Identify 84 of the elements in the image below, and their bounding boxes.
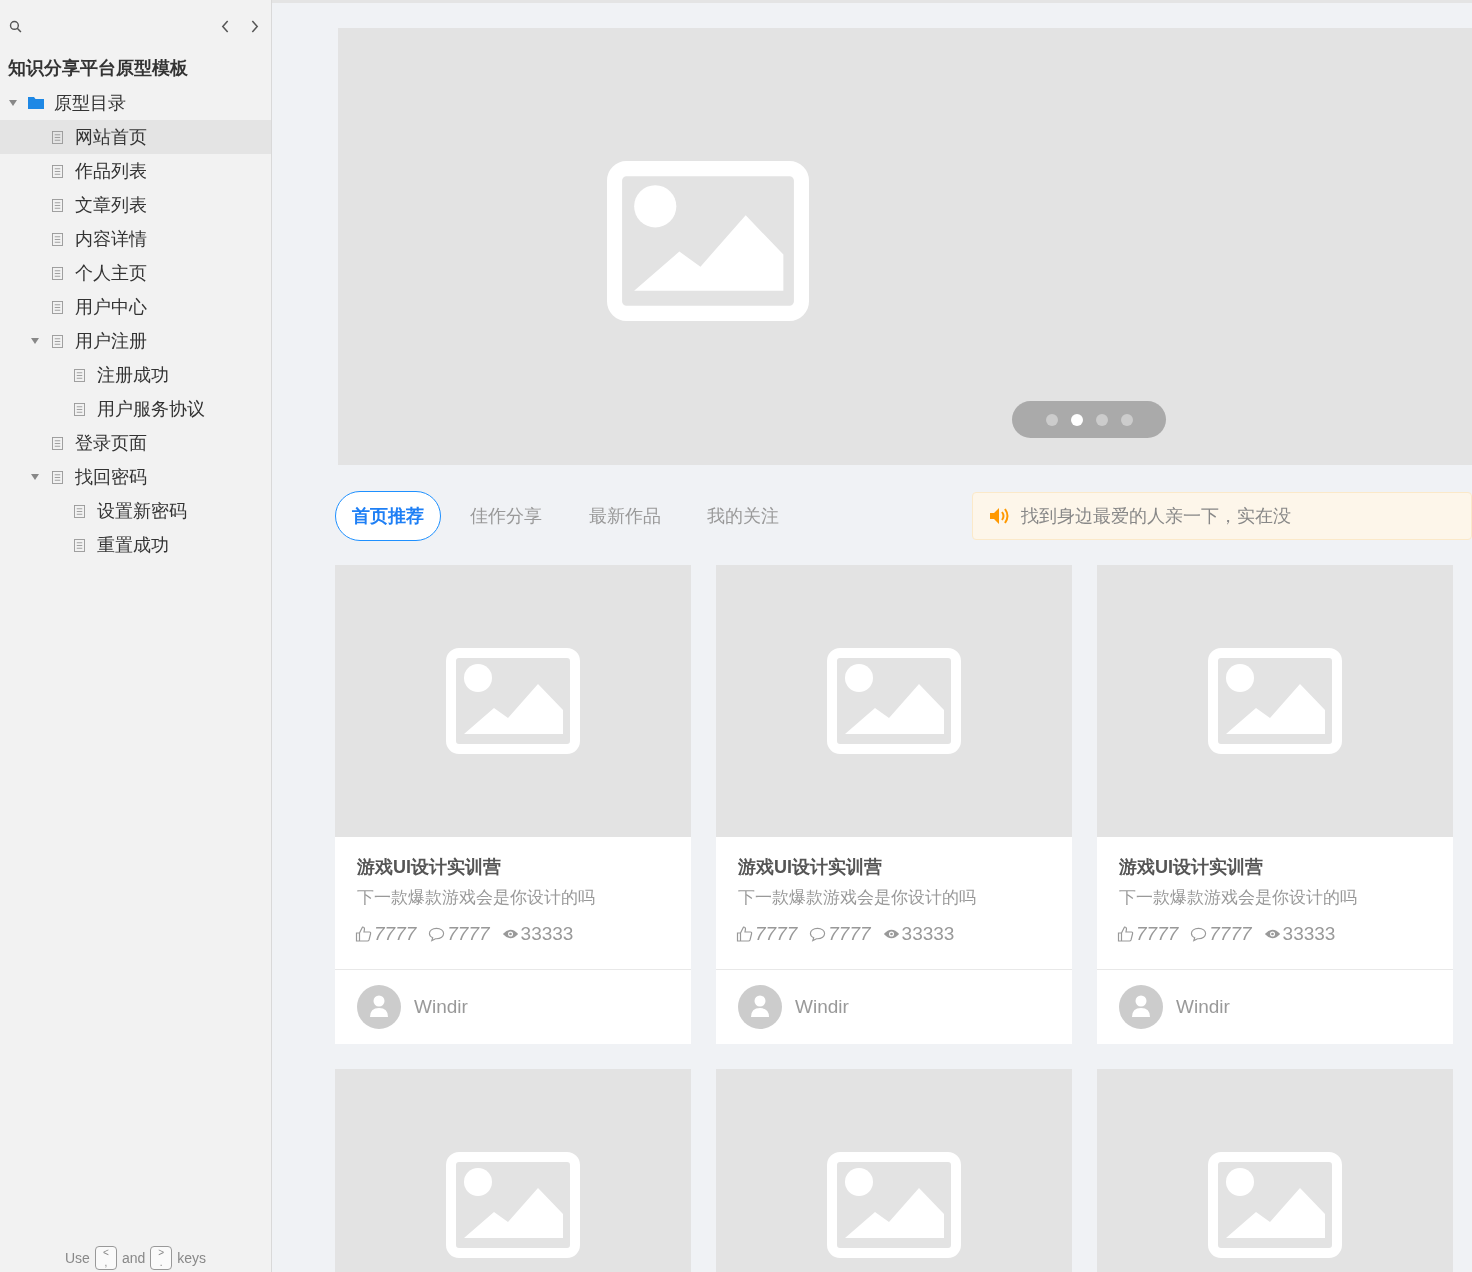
- tree-item[interactable]: 重置成功: [0, 528, 271, 562]
- like-count: 7777: [755, 923, 798, 945]
- view-count: 33333: [1282, 923, 1336, 945]
- card-title: 游戏UI设计实训营: [357, 856, 502, 879]
- author-name: Windir: [414, 996, 468, 1018]
- previous-icon[interactable]: [221, 19, 230, 33]
- comment-icon: [809, 926, 827, 942]
- card-title: 游戏UI设计实训营: [1119, 856, 1264, 879]
- author-name: Windir: [795, 996, 849, 1018]
- image-placeholder-icon: [1208, 1152, 1342, 1258]
- course-card[interactable]: 游戏UI设计实训营 下一款爆款游戏会是你设计的吗 7777 7777 33333 Windir: [335, 565, 691, 1044]
- tree-item[interactable]: 原型目录: [0, 86, 271, 120]
- hint-text: and: [121, 1250, 146, 1266]
- image-placeholder-icon: [446, 648, 580, 754]
- search-icon[interactable]: [9, 19, 22, 33]
- document-icon: [74, 504, 85, 518]
- card-subtitle: 下一款爆款游戏会是你设计的吗: [357, 887, 596, 909]
- avatar-icon: [357, 985, 401, 1029]
- tree-item[interactable]: 用户服务协议: [0, 392, 271, 426]
- like-count: 7777: [1136, 923, 1179, 945]
- card-subtitle: 下一款爆款游戏会是你设计的吗: [1119, 887, 1358, 909]
- speaker-icon: [989, 507, 1011, 525]
- document-icon: [74, 368, 85, 382]
- document-icon: [74, 402, 85, 416]
- carousel-dot[interactable]: [1070, 413, 1083, 426]
- tree-item[interactable]: 用户注册: [0, 324, 271, 358]
- document-icon: [52, 300, 63, 314]
- carousel-dot[interactable]: [1120, 413, 1133, 426]
- comment-icon: [428, 926, 446, 942]
- carousel-dot[interactable]: [1045, 413, 1058, 426]
- thumbs-up-icon: [1117, 926, 1134, 942]
- document-icon: [74, 538, 85, 552]
- document-icon: [52, 266, 63, 280]
- course-card[interactable]: 游戏UI设计实训营 下一款爆款游戏会是你设计的吗 7777 7777 33333 Windir: [1097, 565, 1453, 1044]
- author-name: Windir: [1176, 996, 1230, 1018]
- tree-item[interactable]: 找回密码: [0, 460, 271, 494]
- document-icon: [52, 232, 63, 246]
- folder-icon: [28, 96, 44, 110]
- comment-count: 7777: [447, 923, 490, 945]
- avatar-icon: [738, 985, 782, 1029]
- tree-item[interactable]: 注册成功: [0, 358, 271, 392]
- comment-count: 7777: [828, 923, 871, 945]
- image-placeholder-icon: [827, 1152, 961, 1258]
- tree-item[interactable]: 用户中心: [0, 290, 271, 324]
- tree-item[interactable]: 文章列表: [0, 188, 271, 222]
- hint-text: keys: [177, 1250, 207, 1266]
- document-icon: [52, 436, 63, 450]
- hint-text: Use: [64, 1250, 90, 1266]
- document-icon: [52, 164, 63, 178]
- card-subtitle: 下一款爆款游戏会是你设计的吗: [738, 887, 977, 909]
- tree-item[interactable]: 网站首页: [0, 120, 271, 154]
- view-count: 33333: [520, 923, 574, 945]
- like-count: 7777: [374, 923, 417, 945]
- tree-item[interactable]: 作品列表: [0, 154, 271, 188]
- caret-icon[interactable]: [30, 472, 40, 482]
- course-card[interactable]: 游戏UI设计实训营 下一款爆款游戏会是你设计的吗 7777 7777 33333 Windir: [716, 565, 1072, 1044]
- tree-item[interactable]: 内容详情: [0, 222, 271, 256]
- image-placeholder-icon: [607, 160, 809, 322]
- image-placeholder-icon: [827, 648, 961, 754]
- project-title: 知识分享平台原型模板: [7, 57, 189, 80]
- thumbs-up-icon: [736, 926, 753, 942]
- comment-count: 7777: [1209, 923, 1252, 945]
- card-title: 游戏UI设计实训营: [738, 856, 883, 879]
- carousel-dot[interactable]: [1095, 413, 1108, 426]
- view-count: 33333: [901, 923, 955, 945]
- image-placeholder-icon: [446, 1152, 580, 1258]
- tab[interactable]: 首页推荐: [335, 491, 442, 541]
- next-icon[interactable]: [250, 19, 259, 33]
- document-icon: [52, 130, 63, 144]
- image-placeholder-icon: [1208, 648, 1342, 754]
- document-icon: [52, 470, 63, 484]
- document-icon: [52, 198, 63, 212]
- document-icon: [52, 334, 63, 348]
- tree-item[interactable]: 个人主页: [0, 256, 271, 290]
- key-cap: < ,: [94, 1246, 117, 1270]
- caret-icon[interactable]: [8, 98, 18, 108]
- thumbs-up-icon: [355, 926, 372, 942]
- tree-item[interactable]: 设置新密码: [0, 494, 271, 528]
- avatar-icon: [1119, 985, 1163, 1029]
- comment-icon: [1190, 926, 1208, 942]
- key-cap: > .: [150, 1246, 173, 1270]
- tree-item[interactable]: 登录页面: [0, 426, 271, 460]
- caret-icon[interactable]: [30, 336, 40, 346]
- notice-text: 找到身边最爱的人亲一下，实在没: [1021, 505, 1291, 528]
